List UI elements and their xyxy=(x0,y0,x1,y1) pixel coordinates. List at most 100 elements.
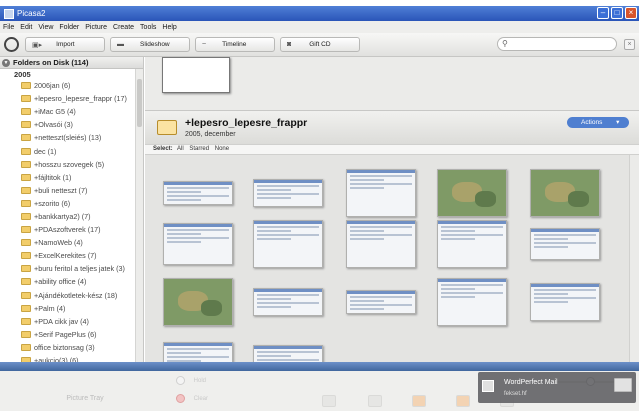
sidebar-folder-item[interactable]: +ExcelKerekites (7) xyxy=(0,249,143,262)
timeline-button[interactable]: ~ Timeline xyxy=(195,37,275,52)
order-prints-icon[interactable] xyxy=(412,395,426,407)
clear-search-button[interactable]: × xyxy=(624,39,635,50)
sidebar-folder-item[interactable]: +PDAszoftverek (17) xyxy=(0,223,143,236)
folder-icon xyxy=(21,186,31,194)
photo-thumbnail[interactable] xyxy=(530,283,600,321)
sidebar-folder-item[interactable]: +NamoWeb (4) xyxy=(0,236,143,249)
folder-icon xyxy=(21,278,31,286)
sidebar-folder-item[interactable]: 2006jan (6) xyxy=(0,79,143,92)
maximize-button[interactable]: □ xyxy=(611,7,623,19)
folder-icon xyxy=(21,304,31,312)
select-starred-link[interactable]: Starred xyxy=(189,146,209,152)
menu-view[interactable]: View xyxy=(38,24,53,31)
sidebar-folder-item[interactable]: +lepesro_lepesre_frappr (17) xyxy=(0,92,143,105)
main-scrollbar[interactable] xyxy=(629,155,639,362)
folder-icon xyxy=(21,252,31,260)
photo-thumbnail[interactable] xyxy=(253,220,323,268)
photo-thumbnail[interactable] xyxy=(437,169,507,217)
mail-notification[interactable]: WordPerfect Mail fekset.hf xyxy=(478,372,636,403)
photo-thumbnail[interactable] xyxy=(163,278,233,326)
sidebar-scroll-thumb[interactable] xyxy=(137,79,142,127)
email-icon[interactable] xyxy=(368,395,382,407)
photo-thumbnail[interactable] xyxy=(162,57,230,93)
collapse-icon[interactable]: ▼ xyxy=(2,58,10,67)
notification-subtitle: fekset.hf xyxy=(504,391,527,397)
sidebar-folder-item[interactable]: +PDA cikk jav (4) xyxy=(0,315,143,328)
notification-preview[interactable] xyxy=(614,378,632,392)
photo-thumbnail[interactable] xyxy=(163,181,233,205)
folder-icon xyxy=(21,173,31,181)
slideshow-button[interactable]: ▬ Slideshow xyxy=(110,37,190,52)
folder-icon xyxy=(21,291,31,299)
sidebar-folder-item[interactable]: +Ajándékotletek-kész (18) xyxy=(0,289,143,302)
select-none-link[interactable]: None xyxy=(215,146,229,152)
sidebar-folder-item[interactable]: +aukcio(3) (6) xyxy=(0,354,143,362)
cd-icon: ◙ xyxy=(287,41,292,48)
hold-button[interactable]: Hold xyxy=(176,376,226,388)
sidebar-folder-item[interactable]: dec (1) xyxy=(0,144,143,157)
sidebar-folder-item[interactable]: office biztonsag (3) xyxy=(0,341,143,354)
folder-label: +NamoWeb (4) xyxy=(34,238,83,248)
sidebar-folder-item[interactable]: +netteszt(sleiés) (13) xyxy=(0,131,143,144)
menu-tools[interactable]: Tools xyxy=(140,24,156,31)
folder-label: +iMac G5 (4) xyxy=(34,107,76,117)
notification-title: WordPerfect Mail xyxy=(504,379,558,386)
window-title: Picasa2 xyxy=(17,9,46,18)
select-all-link[interactable]: All xyxy=(177,146,184,152)
tray-divider[interactable] xyxy=(0,362,639,371)
sidebar-folder-item[interactable]: +Serif PagePlus (6) xyxy=(0,328,143,341)
photo-thumbnail[interactable] xyxy=(163,223,233,265)
sidebar-folder-item[interactable]: +hosszu szovegek (5) xyxy=(0,158,143,171)
photo-thumbnail[interactable] xyxy=(253,179,323,207)
folder-header: +lepesro_lepesre_frappr 2005, december A… xyxy=(145,110,639,144)
sidebar-folder-item[interactable]: +szorito (6) xyxy=(0,197,143,210)
photo-thumbnail[interactable] xyxy=(346,290,416,314)
sidebar-folder-item[interactable]: +iMac G5 (4) xyxy=(0,105,143,118)
photo-thumbnail[interactable] xyxy=(437,278,507,326)
photo-thumbnail[interactable] xyxy=(346,169,416,217)
camera-icon: ▣▸ xyxy=(32,41,43,49)
sidebar-folder-item[interactable]: +buli netteszt (7) xyxy=(0,184,143,197)
search-icon: ⚲ xyxy=(502,39,508,48)
sidebar-scrollbar[interactable] xyxy=(135,69,143,362)
picasa-app-icon xyxy=(4,8,14,19)
sidebar-folder-item[interactable]: +bankkartya2) (7) xyxy=(0,210,143,223)
folder-icon xyxy=(21,199,31,207)
menu-edit[interactable]: Edit xyxy=(20,24,32,31)
photo-thumbnail[interactable] xyxy=(253,288,323,316)
folder-label: dec (1) xyxy=(34,146,57,156)
photo-thumbnail[interactable] xyxy=(163,342,233,362)
photo-thumbnail[interactable] xyxy=(346,220,416,268)
folder-label: +szorito (6) xyxy=(34,198,71,208)
clear-button[interactable]: Clear xyxy=(176,394,226,406)
photo-thumbnail[interactable] xyxy=(253,345,323,362)
menu-create[interactable]: Create xyxy=(113,24,134,31)
blog-icon[interactable] xyxy=(456,395,470,407)
sidebar-folder-item[interactable]: +ability office (4) xyxy=(0,275,143,288)
menu-folder[interactable]: Folder xyxy=(59,24,79,31)
folder-icon xyxy=(21,212,31,220)
close-button[interactable]: × xyxy=(625,7,637,19)
search-input[interactable]: ⚲ xyxy=(497,37,617,51)
photo-thumbnail[interactable] xyxy=(437,220,507,268)
sidebar-folder-item[interactable]: +Olvasói (3) xyxy=(0,118,143,131)
folder-icon xyxy=(21,82,31,90)
actions-button[interactable]: Actions ▾ xyxy=(567,117,629,128)
folders-on-disk-header[interactable]: ▼ Folders on Disk (114) xyxy=(0,57,143,69)
folder-label: +ExcelKerekites (7) xyxy=(34,251,97,261)
sidebar-folder-item[interactable]: +Palm (4) xyxy=(0,302,143,315)
sidebar-folder-item[interactable]: +buru feritol a teljes jatek (3) xyxy=(0,262,143,275)
minimize-button[interactable]: – xyxy=(597,7,609,19)
folder-icon xyxy=(21,95,31,103)
photo-thumbnail[interactable] xyxy=(530,169,600,217)
menu-bar: File Edit View Folder Picture Create Too… xyxy=(0,21,639,33)
photo-thumbnail[interactable] xyxy=(530,228,600,260)
sidebar-folder-item[interactable]: +fájltitok (1) xyxy=(0,171,143,184)
menu-help[interactable]: Help xyxy=(162,24,176,31)
import-button[interactable]: ▣▸ Import xyxy=(25,37,105,52)
menu-file[interactable]: File xyxy=(3,24,14,31)
print-icon[interactable] xyxy=(322,395,336,407)
gift-cd-button[interactable]: ◙ Gift CD xyxy=(280,37,360,52)
menu-picture[interactable]: Picture xyxy=(85,24,107,31)
refresh-icon[interactable] xyxy=(4,37,19,52)
